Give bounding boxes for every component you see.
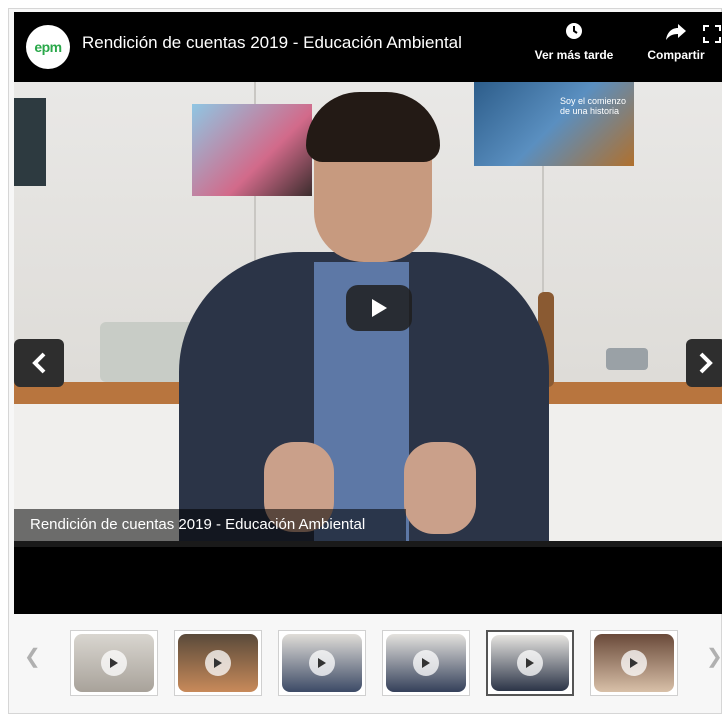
fullscreen-icon[interactable] <box>702 24 722 44</box>
thumbnail-play-icon <box>205 650 231 676</box>
wall-poster <box>14 98 46 186</box>
wall-poster: Soy el comienzo de una historia <box>474 82 634 166</box>
poster-text: Soy el comienzo de una historia <box>560 96 627 116</box>
thumbnail-3[interactable] <box>278 630 366 696</box>
share-label: Compartir <box>647 48 705 62</box>
thumbnail-image <box>491 635 569 691</box>
thumbnail-play-icon <box>101 650 127 676</box>
thumbnail-5[interactable] <box>486 630 574 696</box>
video-frame[interactable]: Soy el comienzo de una historia <box>14 82 722 547</box>
thumbnail-image <box>386 634 466 692</box>
chevron-right-icon <box>699 352 713 374</box>
play-button[interactable] <box>346 285 412 331</box>
thumbnail-image <box>594 634 674 692</box>
next-video-button[interactable] <box>686 339 722 387</box>
speaker-right-hand <box>404 442 476 534</box>
chevron-left-icon <box>32 352 46 374</box>
thumbnail-play-icon <box>517 650 543 676</box>
thumbnail-play-icon <box>621 650 647 676</box>
watch-later-button[interactable]: Ver más tarde <box>528 20 620 62</box>
thumbnail-image <box>178 634 258 692</box>
video-progress-bar[interactable] <box>14 541 722 547</box>
play-icon <box>372 299 387 317</box>
thumbnail-1[interactable] <box>70 630 158 696</box>
thumbnail-image <box>282 634 362 692</box>
thumbnails-next-arrow[interactable]: ❯ <box>706 644 722 669</box>
thumbnail-2[interactable] <box>174 630 262 696</box>
player-top-bar: epm Rendición de cuentas 2019 - Educació… <box>14 12 722 82</box>
thumbnail-image <box>74 634 154 692</box>
video-caption: Rendición de cuentas 2019 - Educación Am… <box>14 509 406 541</box>
desk-figurine <box>606 348 648 370</box>
channel-logo[interactable]: epm <box>26 25 70 69</box>
thumbnail-4[interactable] <box>382 630 470 696</box>
clock-icon <box>566 23 582 39</box>
wall-poster <box>192 104 312 196</box>
video-player[interactable]: epm Rendición de cuentas 2019 - Educació… <box>14 12 722 614</box>
thumbnails-prev-arrow[interactable]: ❮ <box>24 644 41 669</box>
watch-later-label: Ver más tarde <box>534 48 614 62</box>
video-title[interactable]: Rendición de cuentas 2019 - Educación Am… <box>82 33 462 53</box>
share-arrow-icon <box>666 24 686 40</box>
thumbnail-6[interactable] <box>590 630 678 696</box>
thumbnail-play-icon <box>309 650 335 676</box>
previous-video-button[interactable] <box>14 339 64 387</box>
thumbnail-play-icon <box>413 650 439 676</box>
thumbnail-strip: ❮ ❯ <box>14 614 722 714</box>
